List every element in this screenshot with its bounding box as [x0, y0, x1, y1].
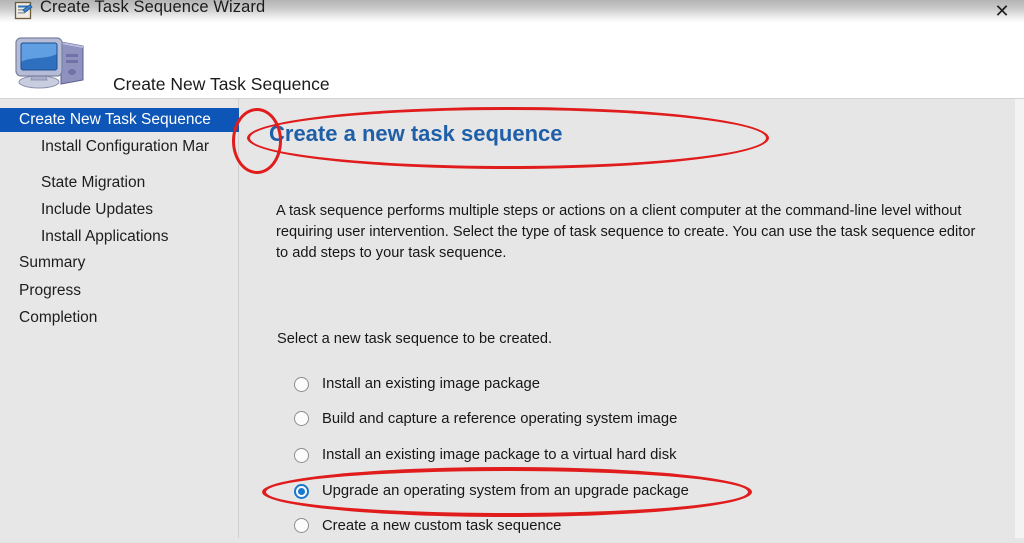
sidebar-item-label: Completion	[19, 309, 97, 327]
description-paragraph: A task sequence performs multiple steps …	[276, 201, 976, 264]
title-bar: Create Task Sequence Wizard ✕	[0, 0, 1024, 22]
window-title: Create Task Sequence Wizard	[40, 0, 265, 17]
radio-option-label: Build and capture a reference operating …	[322, 411, 677, 427]
task-sequence-type-radio-group: Install an existing image package Build …	[294, 367, 994, 543]
radio-button-icon[interactable]	[294, 377, 309, 392]
sidebar-item-create-new-task-sequence[interactable]: Create New Task Sequence	[0, 108, 257, 132]
sidebar-item-progress[interactable]: Progress	[0, 279, 257, 303]
sidebar-item-install-applications[interactable]: Install Applications	[0, 225, 279, 249]
radio-option-build-and-capture-reference-image[interactable]: Build and capture a reference operating …	[294, 402, 994, 437]
radio-button-icon[interactable]	[294, 411, 309, 426]
radio-button-icon[interactable]	[294, 484, 309, 499]
radio-button-icon[interactable]	[294, 518, 309, 533]
radio-option-label: Upgrade an operating system from an upgr…	[322, 483, 689, 499]
create-task-sequence-wizard-window: Create Task Sequence Wizard ✕ Create New…	[0, 0, 1024, 538]
sidebar-item-state-migration[interactable]: State Migration	[0, 171, 279, 195]
header-title: Create New Task Sequence	[113, 74, 330, 95]
radio-option-upgrade-operating-system[interactable]: Upgrade an operating system from an upgr…	[294, 474, 994, 509]
sidebar-item-label: Include Updates	[41, 201, 153, 219]
sidebar-item-label: Install Applications	[41, 228, 169, 246]
computer-monitor-icon	[14, 34, 90, 90]
sidebar-item-install-configuration-manager[interactable]: Install Configuration Mar	[0, 135, 279, 159]
sidebar-item-label: Progress	[19, 282, 81, 300]
selection-prompt: Select a new task sequence to be created…	[277, 331, 552, 347]
sidebar-item-label: Create New Task Sequence	[19, 111, 211, 129]
wizard-steps-sidebar: Create New Task Sequence Install Configu…	[0, 99, 239, 538]
sidebar-item-label: State Migration	[41, 174, 145, 192]
right-edge-strip	[1015, 99, 1024, 538]
radio-option-install-existing-image-package[interactable]: Install an existing image package	[294, 367, 994, 402]
page-title: Create a new task sequence	[269, 121, 562, 147]
task-sequence-document-icon	[14, 1, 33, 20]
radio-option-label: Install an existing image package to a v…	[322, 447, 677, 463]
sidebar-item-label: Install Configuration Mar	[41, 138, 209, 156]
radio-button-icon[interactable]	[294, 448, 309, 463]
radio-option-label: Install an existing image package	[322, 376, 540, 392]
close-icon[interactable]: ✕	[984, 0, 1020, 24]
radio-option-label: Create a new custom task sequence	[322, 518, 561, 534]
wizard-content-pane: Create a new task sequence A task sequen…	[239, 99, 1015, 538]
sidebar-item-completion[interactable]: Completion	[0, 306, 257, 330]
sidebar-item-label: Summary	[19, 254, 85, 272]
sidebar-item-summary[interactable]: Summary	[0, 251, 257, 275]
radio-option-install-image-to-vhd[interactable]: Install an existing image package to a v…	[294, 436, 994, 474]
wizard-header: Create New Task Sequence	[0, 22, 1024, 99]
sidebar-item-include-updates[interactable]: Include Updates	[0, 198, 279, 222]
